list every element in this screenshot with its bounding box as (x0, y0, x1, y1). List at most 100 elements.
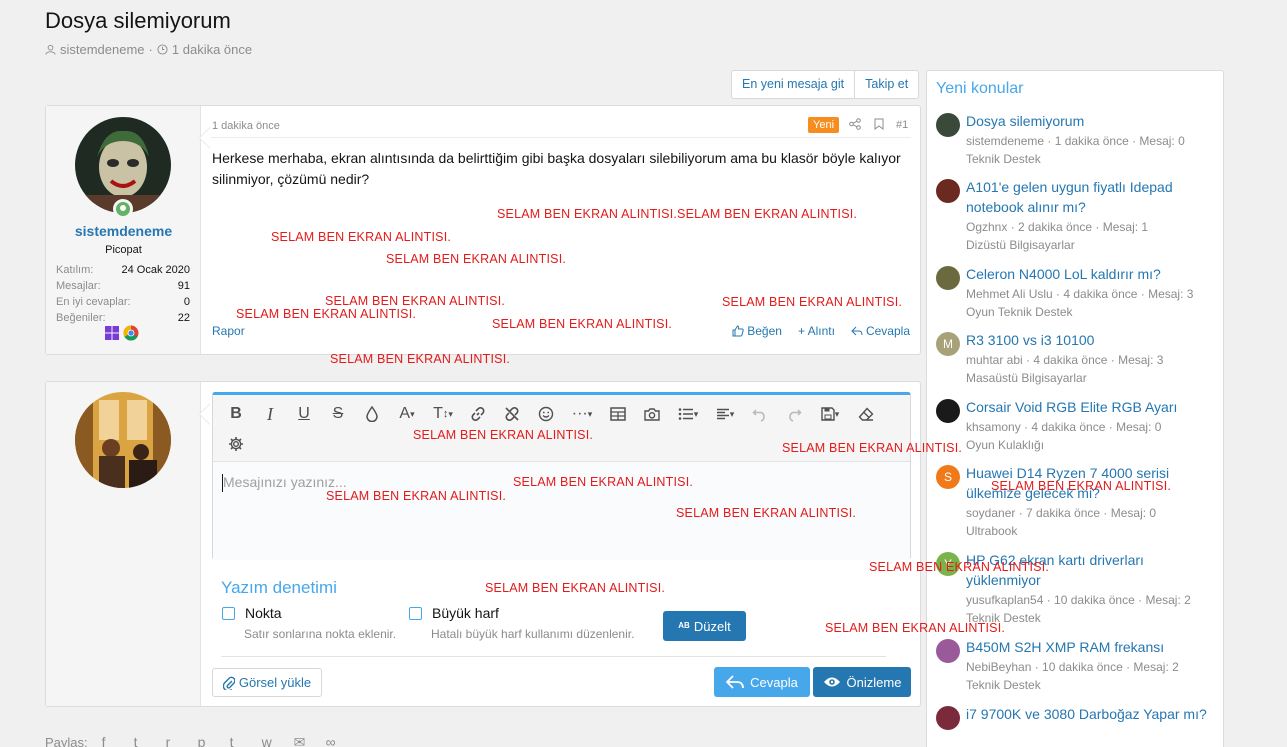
post-1: sistemdeneme Picopat Katılım: 24 Ocak 202… (45, 105, 921, 355)
sidebar-title[interactable]: Yeni konular (936, 80, 1023, 98)
os-icons (104, 325, 139, 341)
undo-icon (752, 409, 765, 422)
avatar[interactable] (936, 266, 960, 290)
text-color-button[interactable] (355, 399, 389, 429)
thread-forum[interactable]: Dizüstü Bilgisayarlar (966, 236, 1075, 254)
checkbox-icon (222, 606, 235, 620)
thread-forum[interactable]: Ultrabook (966, 522, 1017, 540)
post-time[interactable]: 1 dakika önce (212, 120, 280, 132)
twitter-icon[interactable]: t (134, 734, 152, 747)
email-icon[interactable]: ✉ (294, 734, 312, 747)
more-options-button[interactable]: ··· ▾ (563, 399, 601, 429)
insert-table-button[interactable] (601, 399, 635, 429)
user-stats: Katılım: 24 Ocak 2020 Mesajlar: 91 En iyi … (56, 262, 190, 326)
stat-row: Beğeniler: 22 (56, 312, 190, 324)
insert-image-button[interactable] (635, 399, 669, 429)
checkbox-icon (409, 606, 422, 620)
avatar[interactable] (936, 113, 960, 137)
fix-button[interactable]: AB Düzelt (663, 611, 746, 641)
thread-forum[interactable]: Oyun Teknik Destek (966, 303, 1073, 321)
share-row: Paylaş: f t r p t w ✉ ∞ (45, 734, 344, 747)
caps-checkbox[interactable]: Büyük harf (409, 605, 499, 621)
post-number[interactable]: #1 (896, 119, 908, 131)
latest-post-button[interactable]: En yeni mesaja git (732, 71, 854, 98)
overlay-text: SELAM BEN EKRAN ALINTISI. (991, 479, 1172, 493)
bookmark-icon[interactable] (874, 118, 884, 130)
share-icon[interactable] (849, 118, 861, 130)
like-button[interactable]: Beğen (732, 324, 782, 338)
thread-title-link[interactable]: B450M S2H XMP RAM frekansı (966, 637, 1216, 657)
avatar[interactable] (936, 706, 960, 730)
reply-icon (851, 326, 863, 336)
reddit-icon[interactable]: r (166, 734, 184, 747)
redo-button[interactable] (777, 399, 811, 429)
reply-icon (726, 675, 745, 689)
overlay-text: SELAM BEN EKRAN ALINTISI. (722, 295, 903, 309)
thread-title-link[interactable]: Celeron N4000 LoL kaldırır mı? (966, 264, 1216, 284)
post-user-cell: sistemdeneme Picopat Katılım: 24 Ocak 202… (46, 106, 201, 354)
link-icon (471, 407, 485, 421)
font-family-button[interactable]: A ▾ (389, 399, 425, 429)
thread-title-link[interactable]: A101'e gelen uygun fiyatlı Idepad notebo… (966, 177, 1216, 217)
insert-link-button[interactable] (461, 399, 495, 429)
report-link[interactable]: Rapor (212, 324, 245, 338)
underline-button[interactable]: U (287, 399, 321, 429)
tumblr-icon[interactable]: t (230, 734, 248, 747)
thread-forum[interactable]: Oyun Kulaklığı (966, 436, 1044, 454)
emoji-button[interactable] (529, 399, 563, 429)
caps-description: Hatalı büyük harf kullanımı düzenlenir. (431, 627, 635, 641)
undo-button[interactable] (743, 399, 777, 429)
preview-button[interactable]: Önizleme (813, 667, 911, 697)
stat-row: Katılım: 24 Ocak 2020 (56, 264, 190, 276)
thread-forum[interactable]: Teknik Destek (966, 150, 1041, 168)
strikethrough-button[interactable]: S (321, 399, 355, 429)
thread-forum[interactable]: Masaüstü Bilgisayarlar (966, 369, 1087, 387)
redo-icon (789, 409, 802, 422)
upload-image-button[interactable]: Görsel yükle (212, 668, 322, 697)
message-placeholder: Mesajınızı yazınız... (223, 474, 347, 490)
settings-button[interactable] (219, 429, 253, 459)
align-button[interactable]: ▾ (707, 399, 743, 429)
avatar[interactable] (936, 639, 960, 663)
avatar[interactable]: M (936, 332, 960, 356)
italic-button[interactable]: I (253, 399, 287, 429)
font-size-button[interactable]: T ↕ ▾ (425, 399, 461, 429)
post-username[interactable]: sistemdeneme (46, 223, 201, 239)
remove-link-button[interactable] (495, 399, 529, 429)
facebook-icon[interactable]: f (102, 734, 120, 747)
thread-meta: soydaner · 7 dakika önce · Mesaj: 0 (966, 506, 1157, 520)
thread-title-link[interactable]: R3 3100 vs i3 10100 (966, 330, 1216, 350)
avatar[interactable] (936, 399, 960, 423)
thread-author[interactable]: sistemdeneme (60, 42, 145, 57)
pinterest-icon[interactable]: p (198, 734, 216, 747)
avatar[interactable]: S (936, 465, 960, 489)
gear-icon (229, 437, 243, 451)
reply-button[interactable]: Cevapla (714, 667, 810, 697)
paperclip-icon (222, 676, 235, 690)
thread-title-link[interactable]: i7 9700K ve 3080 Darboğaz Yapar mı? (966, 704, 1216, 724)
thread-title-link[interactable]: Dosya silemiyorum (966, 111, 1216, 131)
follow-button[interactable]: Takip et (854, 71, 918, 98)
drafts-button[interactable]: ▾ (811, 399, 849, 429)
windows-icon (105, 326, 119, 340)
link-icon[interactable]: ∞ (326, 734, 344, 747)
thread-title-link[interactable]: Corsair Void RGB Elite RGB Ayarı (966, 397, 1216, 417)
dot-checkbox[interactable]: Nokta (222, 605, 282, 621)
avatar[interactable] (75, 392, 171, 488)
whatsapp-icon[interactable]: w (262, 734, 280, 747)
bold-button[interactable]: B (219, 399, 253, 429)
overlay-text: SELAM BEN EKRAN ALINTISI. (413, 428, 594, 442)
thread-forum[interactable]: Teknik Destek (966, 676, 1041, 694)
thread-time[interactable]: 1 dakika önce (172, 42, 252, 57)
clear-format-button[interactable] (849, 399, 883, 429)
overlay-text: SELAM BEN EKRAN ALINTISI. (271, 230, 452, 244)
avatar[interactable] (936, 179, 960, 203)
quote-button[interactable]: + Alıntı (798, 324, 835, 338)
overlay-text: SELAM BEN EKRAN ALINTISI. (676, 506, 857, 520)
list-button[interactable]: ▾ (669, 399, 707, 429)
reply-link[interactable]: Cevapla (851, 324, 910, 338)
table-icon (610, 407, 626, 421)
smile-icon (538, 406, 554, 422)
dot-description: Satır sonlarına nokta eklenir. (244, 627, 397, 641)
overlay-text: SELAM BEN EKRAN ALINTISI. (326, 489, 507, 503)
